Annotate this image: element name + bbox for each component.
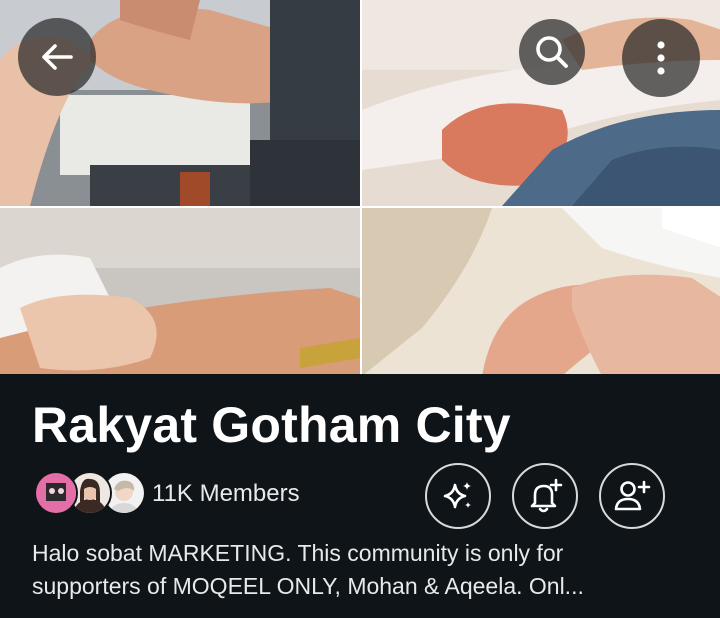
search-icon: [536, 36, 568, 68]
bell-plus-icon: [530, 478, 563, 513]
more-options-button[interactable]: [622, 19, 700, 97]
member-avatars[interactable]: [34, 471, 146, 515]
avatar: [34, 471, 78, 515]
description-line-1: Halo sobat MARKETING. This community is …: [32, 540, 564, 566]
join-button[interactable]: [599, 463, 665, 529]
search-button[interactable]: [519, 19, 585, 85]
community-title: Rakyat Gotham City: [32, 397, 511, 453]
arrow-left-icon: [42, 44, 73, 70]
community-description[interactable]: Halo sobat MARKETING. This community is …: [32, 537, 697, 603]
member-count[interactable]: 11K Members: [152, 480, 300, 508]
banner-photo-3: [0, 208, 360, 374]
community-info: Rakyat Gotham City 11K Members Halo soba…: [0, 374, 720, 618]
sparkle-button[interactable]: [425, 463, 491, 529]
person-plus-icon: [614, 480, 651, 511]
banner-photo-4: [362, 208, 720, 374]
community-banner: [0, 0, 720, 374]
vertical-dots-icon: [657, 41, 665, 75]
back-button[interactable]: [18, 18, 96, 96]
notifications-button[interactable]: [512, 463, 578, 529]
description-line-2: supporters of MOQEEL ONLY, Mohan & Aqeel…: [32, 573, 584, 599]
sparkle-icon: [443, 482, 471, 509]
